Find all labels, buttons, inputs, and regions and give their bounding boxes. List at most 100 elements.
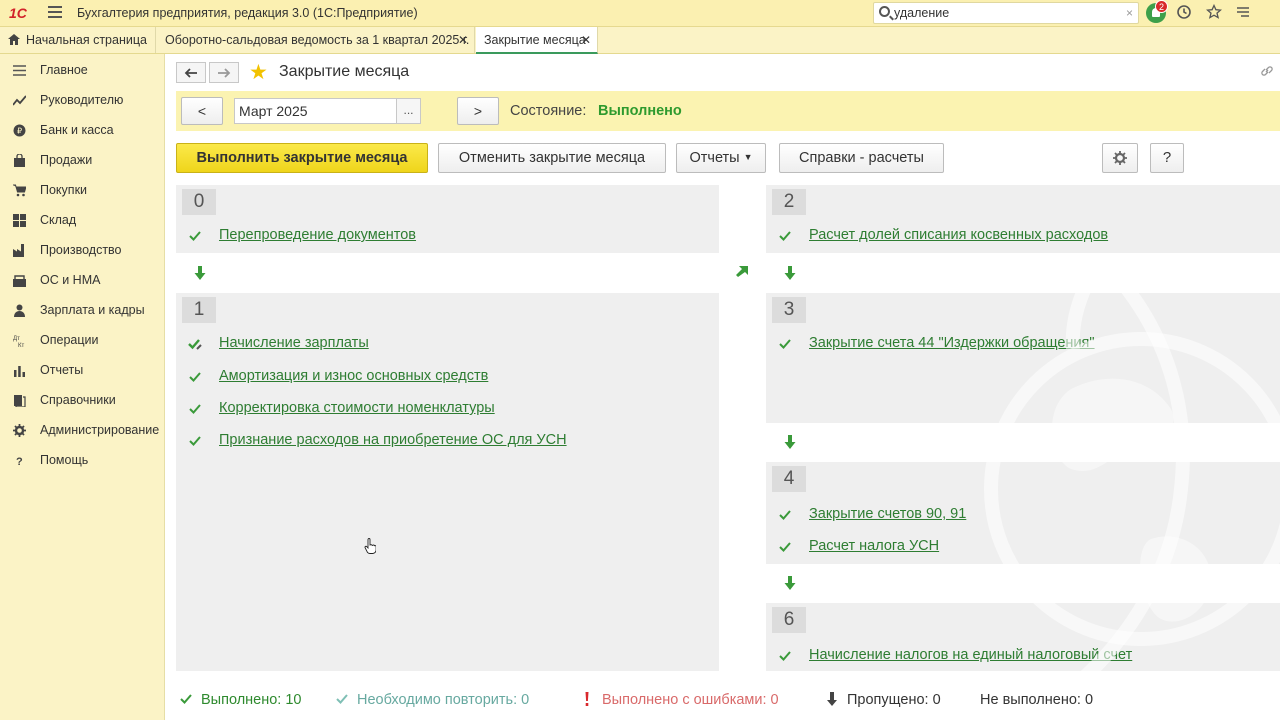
chevron-down-icon: ▼: [743, 152, 753, 162]
sidebar-item-main[interactable]: Главное: [0, 55, 165, 85]
search-box[interactable]: ×: [873, 2, 1139, 24]
favorite-star-icon[interactable]: ★: [249, 60, 268, 85]
operation-link[interactable]: Амортизация и износ основных средств: [219, 368, 488, 384]
sidebar-item-label: Отчеты: [40, 363, 84, 377]
sidebar-item-label: Помощь: [40, 453, 89, 467]
sidebar-item-payroll[interactable]: Зарплата и кадры: [0, 295, 165, 325]
summary-footer: Выполнено: 10 Необходимо повторить: 0 Вы…: [166, 684, 1280, 720]
sidebar-item-fixed-assets[interactable]: ОС и НМА: [0, 265, 165, 295]
step-6-panel: 6 Начисление налогов на единый налоговый…: [766, 603, 1280, 671]
step-number: 4: [772, 466, 806, 492]
tab-turnover-balance[interactable]: Оборотно-сальдовая ведомость за 1 кварта…: [157, 27, 475, 53]
more-menu-icon[interactable]: [1234, 4, 1252, 22]
reports-label: Отчеты: [689, 150, 740, 166]
tab-turnover-balance-label: Оборотно-сальдовая ведомость за 1 кварта…: [165, 33, 470, 47]
settings-button[interactable]: [1102, 143, 1138, 173]
sidebar-item-label: Зарплата и кадры: [40, 303, 145, 317]
sidebar-item-help[interactable]: ? Помощь: [0, 445, 165, 475]
sidebar-item-reports[interactable]: Отчеты: [0, 355, 165, 385]
gear-icon: [13, 424, 26, 437]
arrow-down-dark-icon: [827, 692, 837, 706]
link-icon[interactable]: [1260, 64, 1274, 78]
sidebar-item-production[interactable]: Производство: [0, 235, 165, 265]
search-input[interactable]: [894, 5, 1114, 21]
sidebar-item-administration[interactable]: Администрирование: [0, 415, 165, 445]
run-month-closing-button[interactable]: Выполнить закрытие месяца: [176, 143, 428, 173]
sidebar-item-label: Справочники: [40, 393, 116, 407]
shopping-bag-icon: [14, 154, 25, 167]
arrow-up-right-icon: [736, 266, 748, 277]
sidebar-item-label: Банк и касса: [40, 123, 114, 137]
step-1-panel: 1 Начисление зарплаты Амортизация и изно…: [176, 293, 719, 671]
coin-icon: ₽: [13, 124, 26, 137]
sidebar-item-label: Склад: [40, 213, 77, 227]
sidebar-item-operations[interactable]: Дт Кт Операции: [0, 325, 165, 355]
operation-link[interactable]: Закрытие счета 44 "Издержки обращения": [809, 335, 1095, 351]
sidebar-item-label: Администрирование: [40, 423, 160, 437]
checkmark-edited-icon: [188, 339, 202, 350]
factory-icon: [13, 244, 24, 257]
arrow-right-icon: [218, 68, 231, 78]
bar-chart-icon: [14, 366, 25, 377]
help-calculations-button[interactable]: Справки - расчеты: [779, 143, 944, 173]
summary-repeat-text: Необходимо повторить: 0: [357, 692, 530, 708]
reports-dropdown-button[interactable]: Отчеты ▼: [676, 143, 766, 173]
operation-link[interactable]: Расчет долей списания косвенных расходов: [809, 227, 1108, 243]
sidebar-item-warehouse[interactable]: Склад: [0, 205, 165, 235]
home-icon: [8, 34, 20, 45]
warehouse-grid-icon: [13, 214, 26, 227]
prev-period-button[interactable]: <: [181, 97, 223, 125]
svg-text:Дт: Дт: [13, 336, 20, 342]
forward-button[interactable]: [209, 62, 239, 83]
period-value: Март 2025: [239, 103, 308, 119]
app-logo[interactable]: 1С: [9, 5, 27, 21]
step-number: 0: [182, 189, 216, 215]
sidebar-item-manager[interactable]: Руководителю: [0, 85, 165, 115]
sidebar-item-sales[interactable]: Продажи: [0, 145, 165, 175]
operation-link[interactable]: Признание расходов на приобретение ОС дл…: [219, 432, 567, 448]
help-button[interactable]: ?: [1150, 143, 1184, 173]
period-bar: < Март 2025 ... > Состояние: Выполнено: [176, 91, 1280, 131]
step-number: 3: [772, 297, 806, 323]
operation-link[interactable]: Перепроведение документов: [219, 227, 416, 243]
operation-link[interactable]: Закрытие счетов 90, 91: [809, 506, 966, 522]
search-icon: [879, 6, 890, 17]
sidebar-item-label: Покупки: [40, 183, 88, 197]
sidebar-item-bank[interactable]: ₽ Банк и касса: [0, 115, 165, 145]
sidebar: Главное Руководителю ₽ Банк и касса Прод…: [0, 54, 165, 720]
step-4-panel: 4 Закрытие счетов 90, 91 Расчет налога У…: [766, 462, 1280, 564]
tab-bar: Начальная страница Оборотно-сальдовая ве…: [0, 27, 1280, 54]
checkmark-icon: [189, 231, 201, 241]
app-title: Бухгалтерия предприятия, редакция 3.0 (1…: [77, 6, 418, 20]
sidebar-item-directories[interactable]: Справочники: [0, 385, 165, 415]
next-period-button[interactable]: >: [457, 97, 499, 125]
sidebar-item-purchases[interactable]: Покупки: [0, 175, 165, 205]
clear-search-icon[interactable]: ×: [1126, 6, 1133, 20]
sidebar-item-label: Производство: [40, 243, 122, 257]
operation-link[interactable]: Начисление зарплаты: [219, 335, 369, 351]
close-tab-icon[interactable]: ✕: [458, 27, 468, 53]
operation-link[interactable]: Начисление налогов на единый налоговый с…: [809, 647, 1132, 663]
tab-month-closing[interactable]: Закрытие месяца ✕: [476, 27, 598, 54]
period-field[interactable]: Март 2025 ...: [234, 98, 421, 124]
sidebar-item-label: Операции: [40, 333, 99, 347]
notification-badge: 2: [1155, 0, 1168, 13]
checkmark-icon: [779, 231, 791, 241]
svg-text:₽: ₽: [17, 127, 22, 136]
back-button[interactable]: [176, 62, 206, 83]
operation-link[interactable]: Корректировка стоимости номенклатуры: [219, 400, 495, 416]
arrow-down-icon: [194, 266, 206, 280]
history-icon[interactable]: [1175, 4, 1193, 22]
tab-home[interactable]: Начальная страница: [0, 27, 156, 53]
main-menu-icon[interactable]: [48, 6, 62, 20]
cancel-month-closing-button[interactable]: Отменить закрытие месяца: [438, 143, 666, 173]
operation-link[interactable]: Расчет налога УСН: [809, 538, 939, 554]
status-value: Выполнено: [598, 103, 682, 119]
summary-skipped-text: Пропущено: 0: [847, 692, 941, 708]
trend-chart-icon: [13, 95, 26, 106]
favorites-star-icon[interactable]: [1205, 3, 1223, 22]
checkmark-icon: [779, 651, 791, 661]
close-tab-icon[interactable]: ✕: [581, 27, 591, 53]
exclamation-icon: [585, 692, 589, 706]
select-period-button[interactable]: ...: [396, 99, 420, 123]
